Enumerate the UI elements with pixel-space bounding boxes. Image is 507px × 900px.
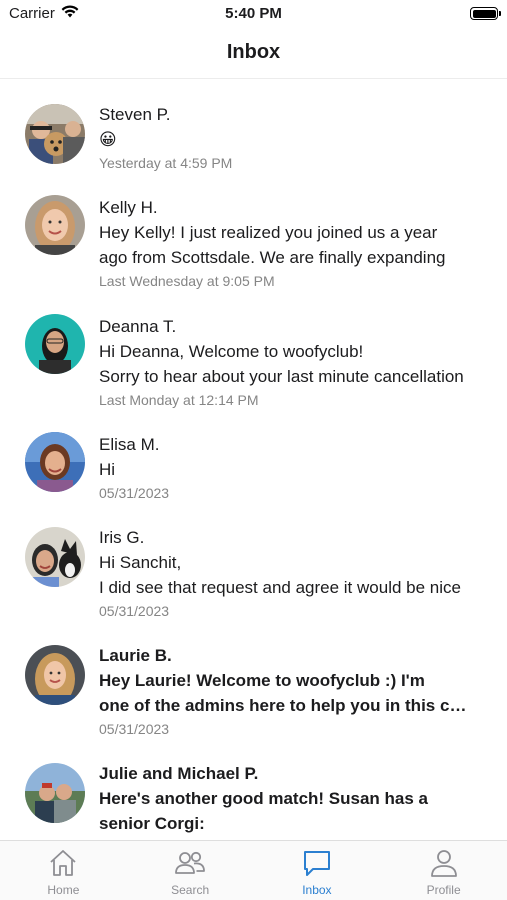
message-timestamp: 05/31/2023 <box>99 603 170 619</box>
message-preview-line: one of the admins here to help you in th… <box>99 696 469 715</box>
chat-bubble-icon <box>300 846 334 880</box>
tab-bar: Home Search Inbox Profile <box>0 840 507 900</box>
message-preview-line: I did see that request and agree it woul… <box>99 578 461 597</box>
avatar <box>25 527 85 587</box>
sender-name: Laurie B. <box>99 646 172 665</box>
message-preview-line: senior Corgi: <box>99 814 205 833</box>
avatar <box>25 195 85 255</box>
sender-name: Deanna T. <box>99 317 177 336</box>
message-timestamp: Last Monday at 12:14 PM <box>99 392 259 408</box>
battery-icon <box>470 7 501 20</box>
message-preview-line: ago from Scottsdale. We are finally expa… <box>99 248 446 267</box>
conversation-row-iris[interactable]: Iris G. Hi Sanchit, I did see that reque… <box>0 525 507 635</box>
tab-home[interactable]: Home <box>0 841 127 900</box>
sender-name: Steven P. <box>99 105 171 124</box>
conversation-row-elisa[interactable]: Elisa M. Hi 05/31/2023 <box>0 432 507 517</box>
page-title: Inbox <box>226 41 281 63</box>
message-preview-line: 😀 <box>99 130 117 149</box>
avatar <box>25 314 85 374</box>
message-preview-line: Hey Kelly! I just realized you joined us… <box>99 223 438 242</box>
sender-name: Julie and Michael P. <box>99 764 259 783</box>
sender-name: Elisa M. <box>99 435 160 454</box>
avatar <box>25 104 85 164</box>
conversation-row-deanna[interactable]: Deanna T. Hi Deanna, Welcome to woofyclu… <box>0 314 507 424</box>
message-timestamp: Yesterday at 4:59 PM <box>99 155 233 171</box>
status-bar: Carrier 5:40 PM <box>0 0 507 30</box>
person-icon <box>427 846 461 880</box>
home-icon <box>46 846 80 880</box>
message-preview-line: Here's another good match! Susan has a <box>99 789 429 808</box>
avatar <box>25 432 85 492</box>
message-preview-line: Hi <box>99 460 116 479</box>
navigation-header: Inbox <box>0 30 507 79</box>
avatar <box>25 645 85 705</box>
tab-label: Search <box>171 883 210 897</box>
message-timestamp: 05/31/2023 <box>99 485 170 501</box>
message-list[interactable]: Steven P. 😀 Yesterday at 4:59 PM Kelly H… <box>0 80 507 840</box>
conversation-row-julie-michael[interactable]: Julie and Michael P. Here's another good… <box>0 761 507 840</box>
tab-label: Home <box>47 883 80 897</box>
tab-label: Profile <box>426 883 461 897</box>
message-preview-line: Hi Deanna, Welcome to woofyclub! <box>99 342 364 361</box>
people-search-icon <box>173 846 207 880</box>
status-time: 5:40 PM <box>225 5 282 22</box>
tab-label: Inbox <box>302 883 332 897</box>
sender-name: Kelly H. <box>99 198 158 217</box>
tab-inbox[interactable]: Inbox <box>254 841 381 900</box>
message-timestamp: Last Wednesday at 9:05 PM <box>99 273 275 289</box>
tab-profile[interactable]: Profile <box>380 841 507 900</box>
tab-search[interactable]: Search <box>127 841 254 900</box>
conversation-row-kelly[interactable]: Kelly H. Hey Kelly! I just realized you … <box>0 195 507 305</box>
conversation-row-steven[interactable]: Steven P. 😀 Yesterday at 4:59 PM <box>0 102 507 198</box>
message-preview-line: Hey Laurie! Welcome to woofyclub :) I'm <box>99 671 425 690</box>
avatar <box>25 763 85 823</box>
message-timestamp: 05/31/2023 <box>99 721 170 737</box>
message-preview-line: Sorry to hear about your last minute can… <box>99 367 464 386</box>
sender-name: Iris G. <box>99 528 145 547</box>
message-preview-line: Hi Sanchit, <box>99 553 182 572</box>
conversation-row-laurie[interactable]: Laurie B. Hey Laurie! Welcome to woofycl… <box>0 643 507 753</box>
